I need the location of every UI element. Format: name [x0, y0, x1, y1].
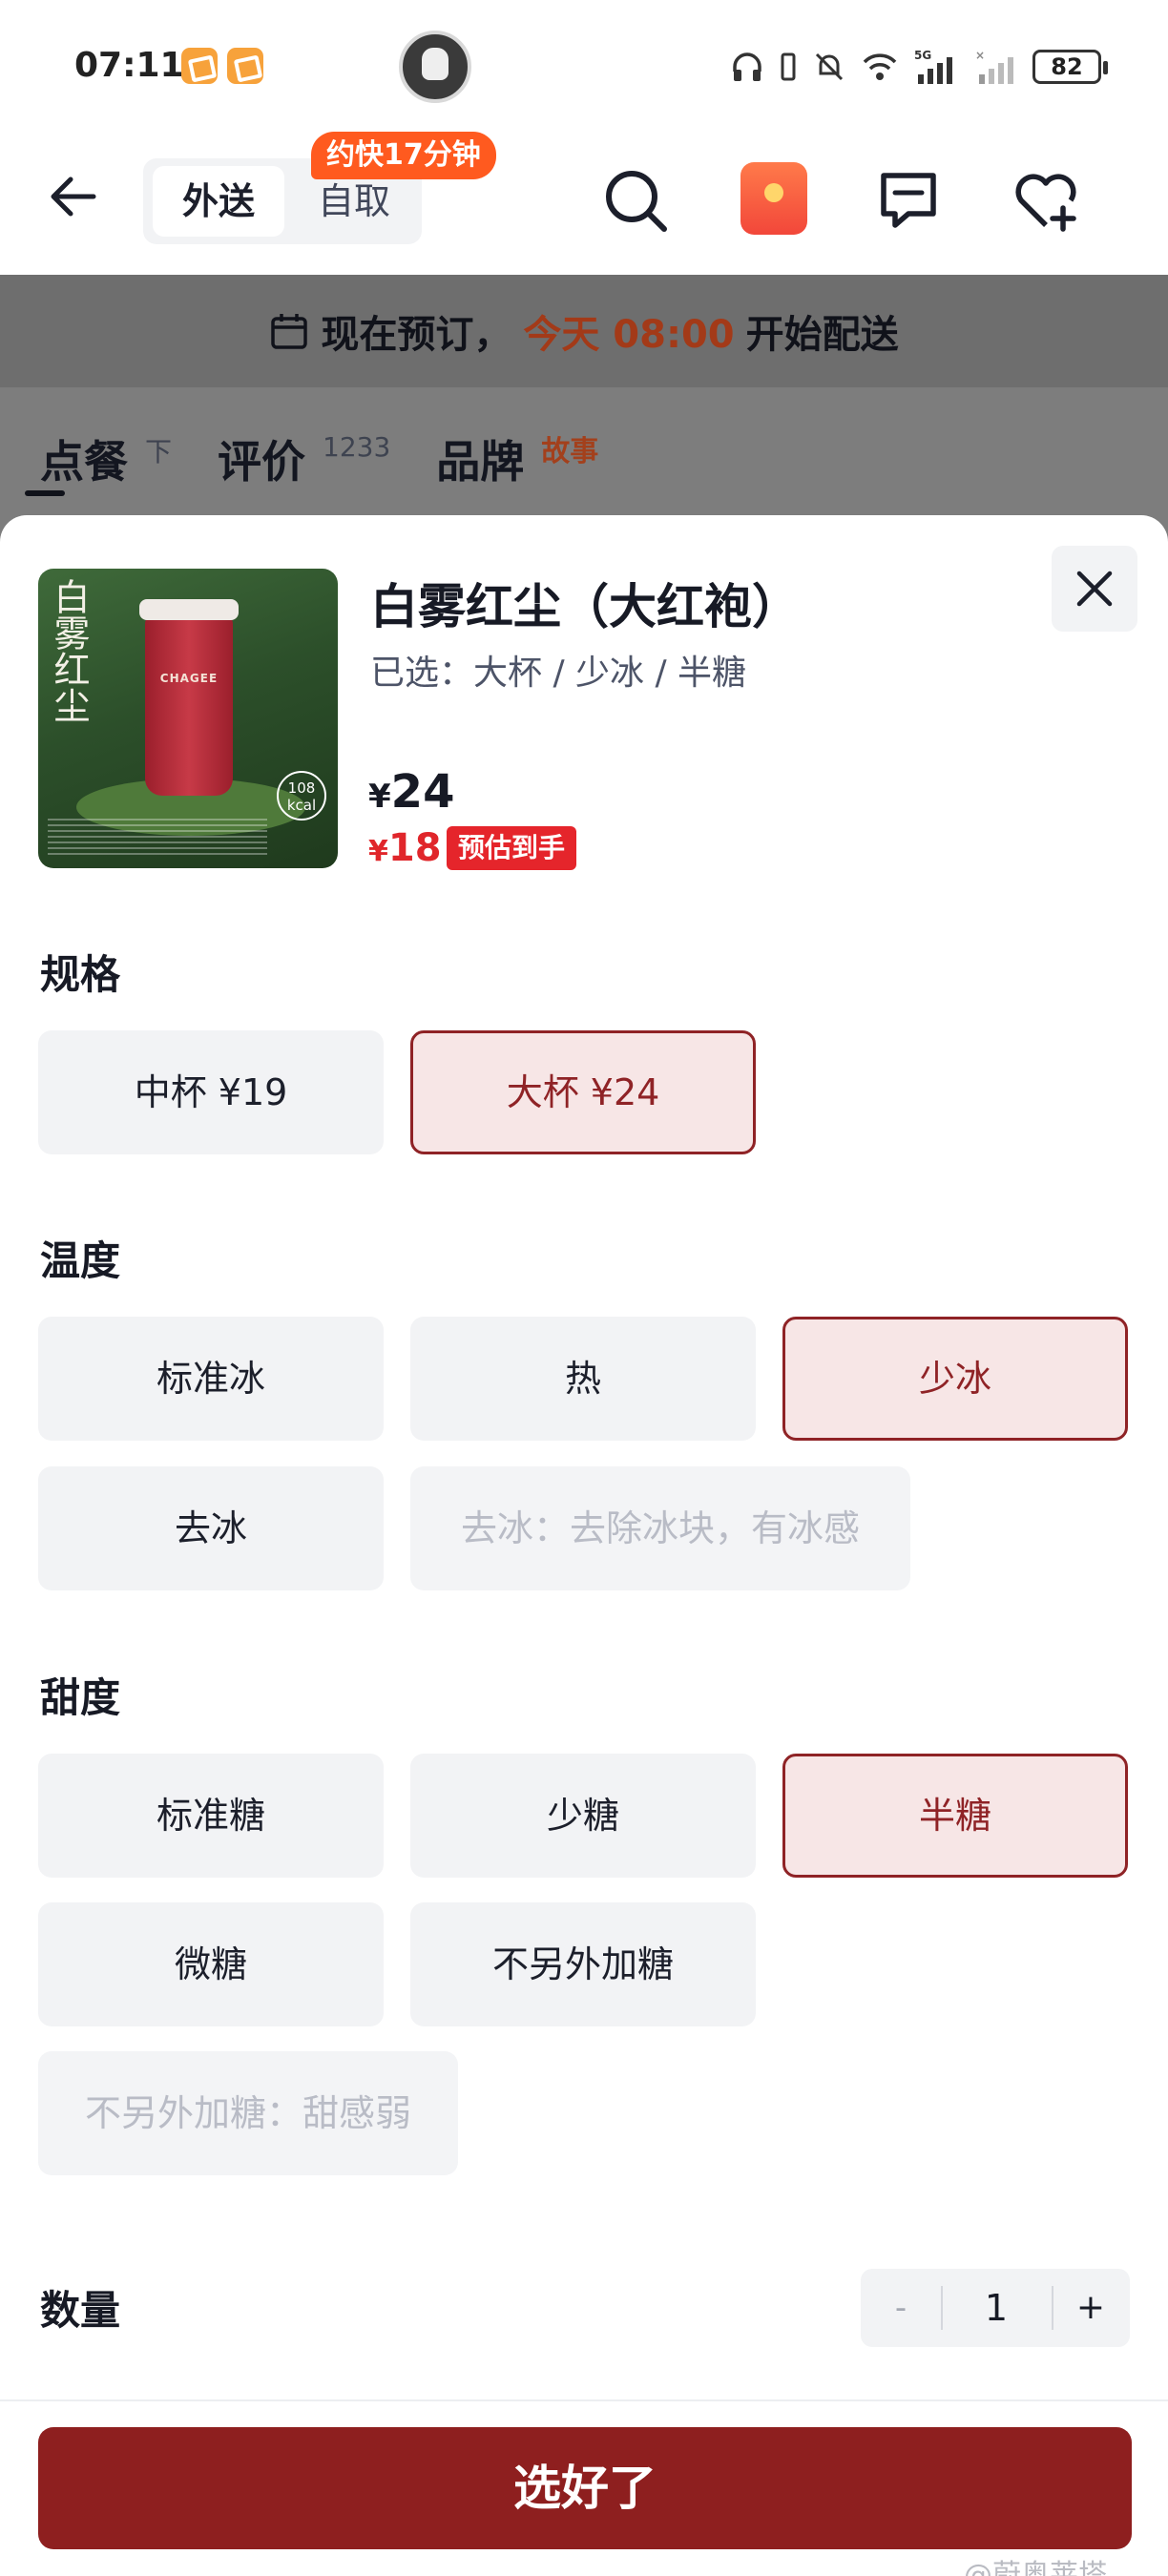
sugar-hint: 不另外加糖：甜感弱 — [38, 2051, 458, 2175]
temp-option-hot[interactable]: 热 — [410, 1317, 756, 1441]
increase-button[interactable]: + — [1052, 2269, 1130, 2347]
message-icon[interactable] — [870, 162, 947, 239]
fine-print — [48, 819, 267, 857]
temp-option-standard-ice[interactable]: 标准冰 — [38, 1317, 384, 1441]
size-section-title: 规格 — [40, 951, 121, 998]
tab-order-sub: 下 — [145, 436, 173, 467]
footer-divider — [0, 2399, 1168, 2401]
status-bar: 07:11 5G × 82 — [0, 0, 1168, 134]
svg-text:5G: 5G — [914, 49, 931, 62]
tab-brand[interactable]: 品牌 — [436, 427, 524, 490]
price-currency: ¥ — [368, 778, 391, 816]
avatar — [399, 31, 471, 103]
back-arrow-icon[interactable] — [44, 166, 105, 227]
quantity-stepper: - 1 + — [861, 2269, 1130, 2347]
final-price-value: 18 — [387, 826, 442, 870]
product-title: 白雾红尘（大红袍） — [370, 579, 800, 634]
size-option-medium[interactable]: 中杯 ¥19 — [38, 1030, 384, 1154]
tab-underline — [25, 490, 65, 496]
search-icon[interactable] — [597, 162, 674, 239]
status-icons: 5G × 82 — [731, 46, 1108, 88]
app-notification-icon — [181, 48, 218, 84]
tab-delivery[interactable]: 外送 — [153, 166, 284, 237]
size-option-large[interactable]: 大杯 ¥24 — [410, 1030, 756, 1154]
original-price: ¥24 — [368, 765, 454, 819]
temp-option-less-ice[interactable]: 少冰 — [782, 1317, 1128, 1441]
price-value: 24 — [390, 765, 455, 819]
cup-illustration: CHAGEE — [139, 599, 239, 796]
quantity-value: 1 — [984, 2287, 1009, 2329]
confirm-button[interactable]: 选好了 — [38, 2427, 1132, 2549]
sugar-option-no-added[interactable]: 不另外加糖 — [410, 1902, 756, 2026]
sugar-option-standard[interactable]: 标准糖 — [38, 1754, 384, 1878]
red-packet-icon[interactable] — [740, 162, 807, 235]
sugar-option-less[interactable]: 少糖 — [410, 1754, 756, 1878]
sweetness-section-title: 甜度 — [40, 1674, 121, 1721]
kcal-badge: 108 kcal — [277, 771, 326, 821]
favorite-add-icon[interactable] — [1008, 162, 1084, 239]
product-image: 白雾红尘 CHAGEE 108 kcal — [38, 569, 338, 868]
signal-icon: × — [975, 49, 1013, 84]
decrease-button[interactable]: - — [861, 2269, 941, 2347]
temp-hint: 去冰：去除冰块，有冰感 — [410, 1466, 910, 1590]
tab-order[interactable]: 点餐 — [40, 427, 128, 490]
selected-summary: 已选：大杯 / 少冰 / 半糖 — [370, 654, 747, 693]
close-icon[interactable] — [1052, 546, 1137, 632]
reviews-count: 1233 — [323, 431, 391, 463]
product-options-sheet: 白雾红尘 CHAGEE 108 kcal 白雾红尘（大红袍） 已选：大杯 / 少… — [0, 515, 1168, 2576]
cup-brand-label: CHAGEE — [159, 672, 219, 685]
temperature-section-title: 温度 — [40, 1237, 121, 1284]
watermark: @蔚奥莱塔 — [964, 2559, 1107, 2576]
calendar-icon — [271, 314, 308, 349]
final-price-currency: ¥ — [368, 835, 388, 868]
estimate-badge: 预估到手 — [447, 826, 577, 870]
preorder-notice: 现在预订， 今天 08:00 开始配送 — [0, 275, 1168, 387]
notice-time: 今天 08:00 — [523, 313, 735, 357]
headphones-icon — [733, 52, 761, 81]
mute-bell-icon — [815, 52, 844, 81]
notice-prefix: 现在预订， — [321, 313, 512, 357]
product-image-text: 白雾红尘 — [48, 578, 90, 723]
top-nav: 外送 自取 约快17分钟 — [0, 132, 1168, 275]
temp-option-no-ice[interactable]: 去冰 — [38, 1466, 384, 1590]
status-time: 07:11 — [74, 46, 184, 85]
signal-5g-icon: 5G — [914, 49, 952, 84]
vibrate-icon — [781, 52, 796, 81]
sugar-option-half[interactable]: 半糖 — [782, 1754, 1128, 1878]
tab-reviews[interactable]: 评价 — [218, 427, 305, 490]
svg-text:×: × — [975, 49, 985, 62]
quantity-label: 数量 — [40, 2287, 121, 2334]
notice-suffix: 开始配送 — [745, 313, 899, 357]
battery-icon: 82 — [1032, 50, 1108, 84]
wifi-icon — [863, 53, 897, 80]
final-price: ¥18 — [368, 826, 442, 870]
menu-tabs: 点餐 下 评价 1233 品牌 故事 — [40, 427, 598, 490]
app-notification-icon — [227, 48, 263, 84]
brand-story-label: 故事 — [541, 435, 599, 468]
sugar-option-slight[interactable]: 微糖 — [38, 1902, 384, 2026]
faster-badge: 约快17分钟 — [311, 132, 496, 179]
